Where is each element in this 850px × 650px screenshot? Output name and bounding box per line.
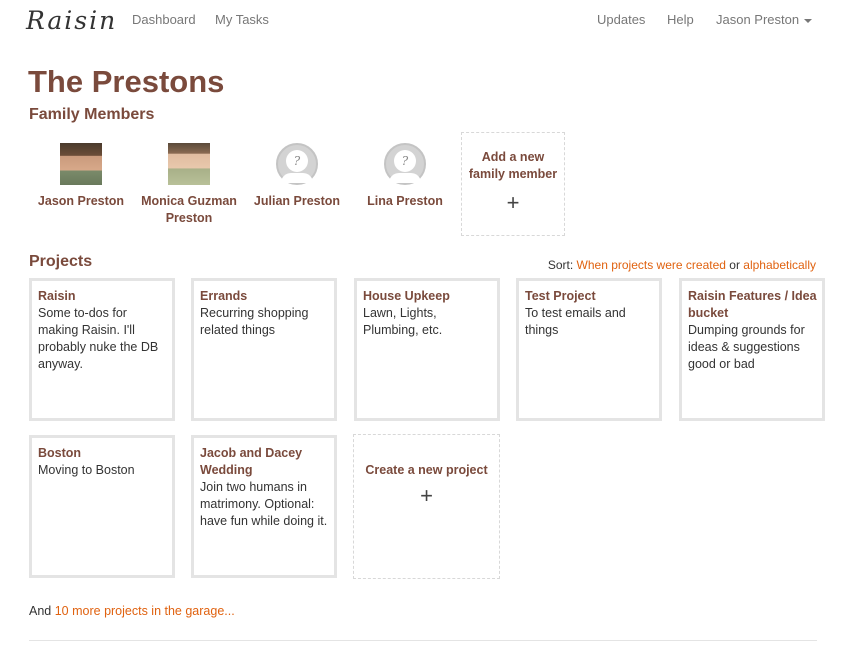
project-card[interactable]: Errands Recurring shopping related thing… — [191, 278, 337, 421]
projects-heading: Projects — [29, 253, 93, 270]
plus-icon: + — [506, 190, 520, 215]
user-menu[interactable]: Jason Preston — [716, 12, 813, 27]
sort-controls: Sort: When projects were created or alph… — [548, 258, 816, 272]
project-title: Raisin — [38, 289, 76, 303]
project-card[interactable]: Raisin Features / Idea bucket Dumping gr… — [679, 278, 825, 421]
project-description: To test emails and things — [525, 306, 626, 337]
member-name: Monica Guzman Preston — [141, 194, 237, 225]
project-description: Moving to Boston — [38, 463, 135, 477]
create-project-button[interactable]: Create a new project + — [353, 434, 500, 579]
member-jason[interactable]: Jason Preston — [27, 143, 135, 210]
project-card[interactable]: Test Project To test emails and things — [516, 278, 662, 421]
user-name: Jason Preston — [716, 12, 800, 27]
sort-by-created-link[interactable]: When projects were created — [577, 258, 726, 272]
caret-down-icon — [804, 18, 813, 23]
project-description: Some to-dos for making Raisin. I'll prob… — [38, 306, 159, 371]
create-project-label: Create a new project — [365, 463, 488, 477]
add-member-label: Add a new family member — [468, 150, 558, 181]
member-monica[interactable]: Monica Guzman Preston — [135, 143, 243, 227]
member-name: Julian Preston — [253, 194, 341, 208]
garage-link[interactable]: 10 more projects in the garage... — [55, 604, 235, 618]
member-name: Jason Preston — [37, 194, 125, 208]
project-title: Raisin Features / Idea bucket — [688, 289, 817, 320]
more-projects-prefix: And — [29, 604, 52, 618]
member-lina[interactable]: ? Lina Preston — [351, 143, 459, 210]
project-title: Boston — [38, 446, 82, 460]
avatar — [168, 143, 210, 185]
project-title: Errands — [200, 289, 248, 303]
project-card[interactable]: Boston Moving to Boston — [29, 435, 175, 578]
avatar — [60, 143, 102, 185]
brand-logo[interactable]: Raisin — [26, 6, 117, 35]
nav-my-tasks[interactable]: My Tasks — [215, 12, 269, 27]
project-title: Jacob and Dacey Wedding — [200, 446, 303, 477]
project-description: Lawn, Lights, Plumbing, etc. — [363, 306, 443, 337]
default-avatar-icon: ? — [384, 143, 426, 185]
more-projects: And 10 more projects in the garage... — [29, 604, 235, 618]
project-title: Test Project — [525, 289, 596, 303]
page-title: The Prestons — [28, 64, 225, 99]
project-card[interactable]: Raisin Some to-dos for making Raisin. I'… — [29, 278, 175, 421]
navbar: Raisin Dashboard My Tasks Updates Help J… — [0, 0, 850, 42]
sort-alphabetically-link[interactable]: alphabetically — [743, 258, 816, 272]
plus-icon: + — [420, 483, 433, 508]
project-description: Recurring shopping related things — [200, 306, 309, 337]
sort-separator: or — [729, 258, 740, 272]
divider — [29, 640, 817, 641]
member-julian[interactable]: ? Julian Preston — [243, 143, 351, 210]
default-avatar-icon: ? — [276, 143, 318, 185]
project-description: Dumping grounds for ideas & suggestions … — [688, 323, 805, 371]
nav-help[interactable]: Help — [667, 12, 694, 27]
family-members-heading: Family Members — [29, 106, 155, 123]
project-card[interactable]: Jacob and Dacey Wedding Join two humans … — [191, 435, 337, 578]
project-description: Join two humans in matrimony. Optional: … — [200, 480, 328, 528]
project-card[interactable]: House Upkeep Lawn, Lights, Plumbing, etc… — [354, 278, 500, 421]
nav-dashboard[interactable]: Dashboard — [132, 12, 196, 27]
member-name: Lina Preston — [367, 194, 443, 208]
nav-updates[interactable]: Updates — [597, 12, 645, 27]
project-title: House Upkeep — [363, 289, 450, 303]
add-member-button[interactable]: Add a new family member + — [461, 132, 565, 236]
sort-label: Sort: — [547, 258, 574, 272]
